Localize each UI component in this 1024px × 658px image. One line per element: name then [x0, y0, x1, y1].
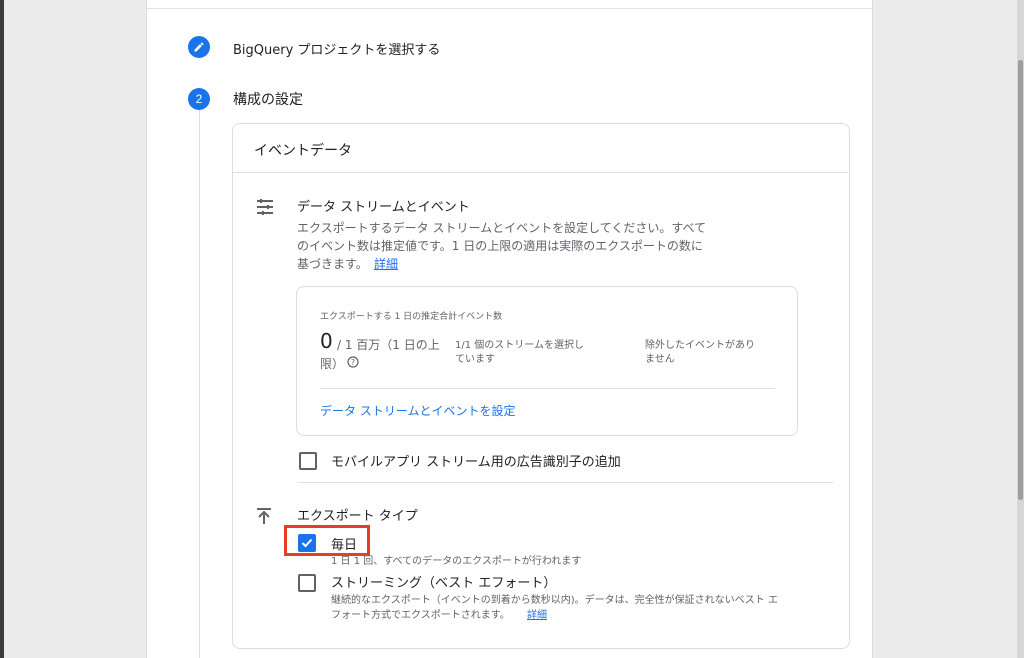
step-1-label[interactable]: BigQuery プロジェクトを選択する [233, 39, 440, 58]
section-divider [297, 482, 833, 483]
data-streams-description-2: のイベント数は推定値です。1 日の上限の適用は実際のエクスポートの数に [297, 239, 703, 253]
divider [147, 8, 872, 9]
limit-text-2: 限） [320, 357, 345, 371]
scrollbar-thumb[interactable] [1018, 60, 1023, 500]
step-2-number: 2 [188, 88, 210, 110]
streaming-label[interactable]: ストリーミング（ベスト エフォート） [331, 572, 556, 591]
data-streams-heading: データ ストリームとイベント [297, 200, 470, 215]
scrollbar[interactable] [1017, 0, 1024, 658]
configure-streams-link[interactable]: データ ストリームとイベントを設定 [320, 402, 515, 419]
event-count: 0 [320, 329, 333, 353]
sliders-icon [257, 199, 273, 215]
data-streams-description-3: 基づきます。 [297, 257, 368, 271]
card-header-divider [233, 172, 848, 173]
streaming-description-1: 継続的なエクスポート（イベントの到着から数秒以内)。データは、完全性が保証されな… [331, 595, 778, 606]
streaming-checkbox[interactable] [298, 574, 316, 592]
card-title: イベントデータ [254, 143, 352, 159]
data-streams-description-1: エクスポートするデータ ストリームとイベントを設定してください。すべて [297, 221, 707, 235]
highlight-box [284, 525, 370, 556]
limit-text-1: / 1 百万（1 日の上 [337, 338, 440, 352]
step-2-label: 構成の設定 [233, 92, 303, 108]
details-link[interactable]: 詳細 [374, 255, 398, 272]
pencil-icon [194, 42, 204, 52]
step-1-edit-button[interactable] [188, 36, 210, 58]
streams-selected-2: ています [455, 354, 495, 365]
summary-label: エクスポートする 1 日の推定合計イベント数 [320, 312, 503, 322]
excluded-events-2: ません [645, 354, 675, 365]
streams-selected-1: 1/1 個のストリームを選択し [455, 340, 584, 351]
streaming-description-2: フォート方式でエクスポートされます。 [331, 610, 510, 621]
svg-text:?: ? [351, 358, 355, 367]
streaming-details-link[interactable]: 詳細 [527, 606, 547, 621]
summary-divider [320, 388, 775, 389]
window-edge [0, 0, 4, 658]
stepper-rail [199, 110, 200, 658]
upload-icon [257, 508, 271, 524]
help-icon[interactable]: ? [347, 356, 359, 368]
ad-id-checkbox[interactable] [299, 452, 317, 470]
excluded-events-1: 除外したイベントがあり [645, 340, 755, 351]
export-type-heading: エクスポート タイプ [297, 509, 418, 524]
ad-id-label[interactable]: モバイルアプリ ストリーム用の広告識別子の追加 [331, 451, 621, 470]
